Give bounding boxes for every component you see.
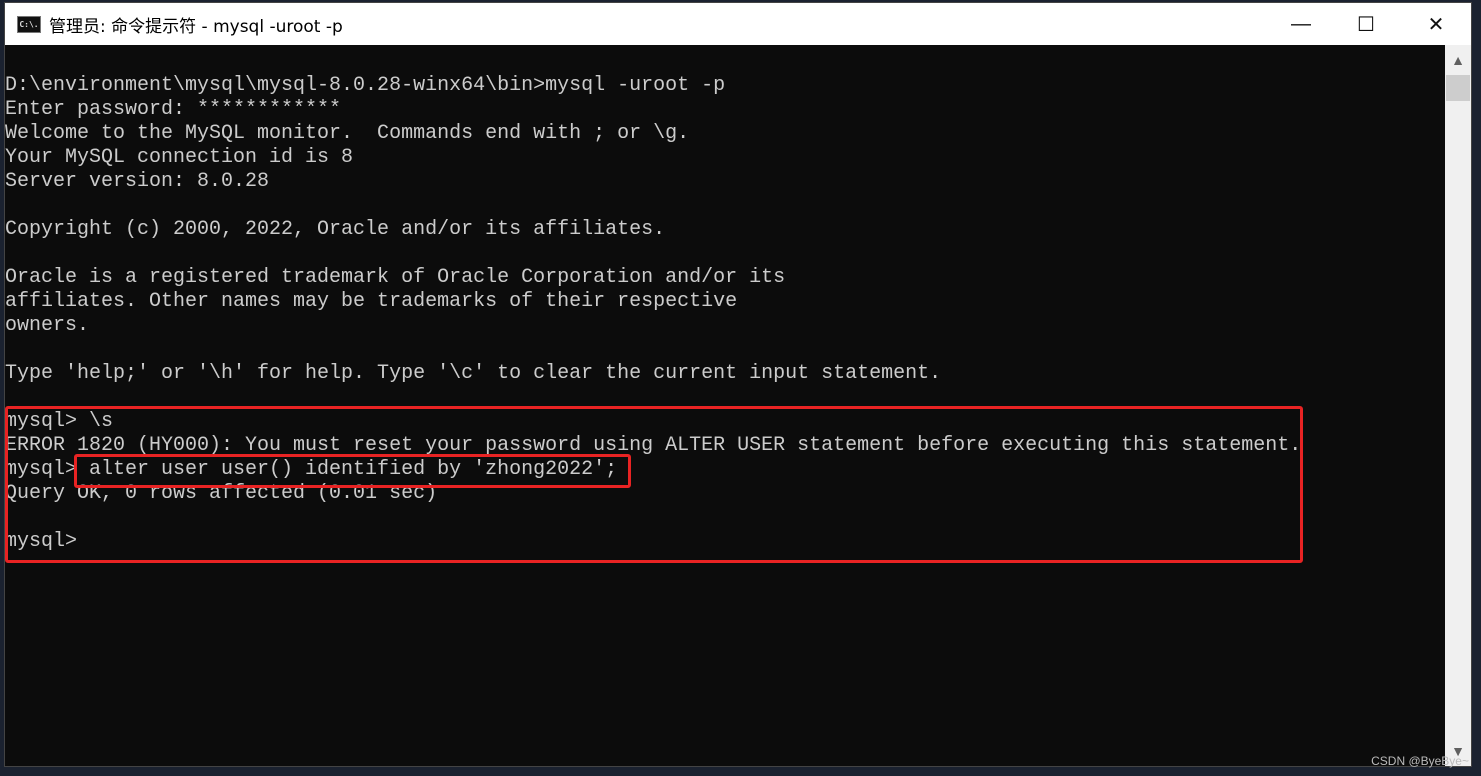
cmd-app-icon: C:\. bbox=[17, 15, 41, 33]
maximize-button[interactable]: ☐ bbox=[1331, 3, 1401, 45]
terminal-line: D:\environment\mysql\mysql-8.0.28-winx64… bbox=[5, 74, 726, 97]
terminal-line: Copyright (c) 2000, 2022, Oracle and/or … bbox=[5, 218, 666, 241]
terminal-line: Server version: 8.0.28 bbox=[5, 170, 270, 193]
close-button[interactable]: ✕ bbox=[1401, 3, 1471, 45]
terminal-line: Enter password: ************ bbox=[5, 98, 342, 121]
highlight-box-alter-command bbox=[74, 454, 631, 488]
terminal-line: owners. bbox=[5, 314, 90, 337]
watermark: CSDN @ByeBye~ bbox=[1371, 754, 1469, 768]
scroll-up-icon[interactable]: ▲ bbox=[1445, 45, 1471, 75]
terminal-line: Type 'help;' or '\h' for help. Type '\c'… bbox=[5, 362, 942, 385]
terminal-line: Welcome to the MySQL monitor. Commands e… bbox=[5, 122, 690, 145]
title-bar[interactable]: C:\. 管理员: 命令提示符 - mysql -uroot -p — ☐ ✕ bbox=[5, 3, 1471, 45]
terminal-line: Oracle is a registered trademark of Orac… bbox=[5, 266, 786, 289]
terminal-output[interactable]: D:\environment\mysql\mysql-8.0.28-winx64… bbox=[5, 45, 1444, 766]
vertical-scrollbar[interactable]: ▲ ▼ bbox=[1445, 45, 1471, 766]
terminal-line: Your MySQL connection id is 8 bbox=[5, 146, 354, 169]
minimize-button[interactable]: — bbox=[1266, 3, 1336, 45]
cmd-window: C:\. 管理员: 命令提示符 - mysql -uroot -p — ☐ ✕ … bbox=[4, 2, 1472, 767]
window-title: 管理员: 命令提示符 - mysql -uroot -p bbox=[49, 16, 343, 37]
scroll-thumb[interactable] bbox=[1446, 75, 1470, 101]
terminal-line: affiliates. Other names may be trademark… bbox=[5, 290, 738, 313]
